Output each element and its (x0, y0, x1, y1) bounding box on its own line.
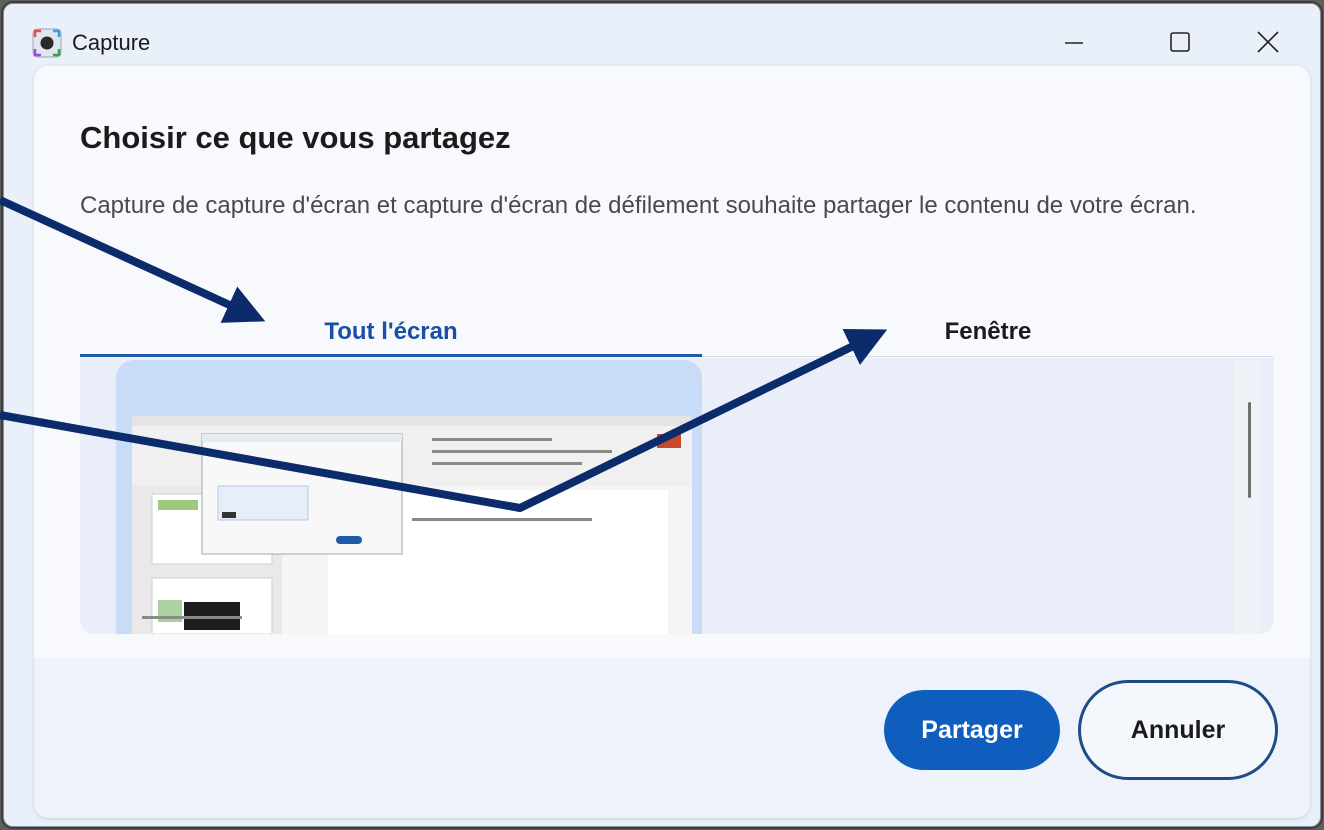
dialog-heading: Choisir ce que vous partagez (80, 120, 511, 155)
tab-entire-screen[interactable]: Tout l'écran (80, 306, 702, 358)
screen-preview-image (132, 416, 692, 634)
share-button[interactable]: Partager (884, 690, 1060, 770)
minimize-button[interactable] (1044, 16, 1104, 68)
tab-window[interactable]: Fenêtre (702, 306, 1274, 358)
cancel-button[interactable]: Annuler (1078, 680, 1278, 780)
screen-thumbnail (132, 416, 692, 634)
scrollbar-thumb[interactable] (1248, 402, 1251, 498)
tab-selected-indicator (80, 354, 702, 357)
screen-list (80, 358, 1274, 634)
capture-app-icon (32, 28, 62, 58)
dialog-description: Capture de capture d'écran et capture d'… (80, 192, 1197, 219)
maximize-button[interactable] (1150, 16, 1210, 68)
screen-thumbnail-tile[interactable] (116, 360, 702, 634)
scrollbar-track[interactable] (1234, 360, 1260, 634)
share-dialog: Choisir ce que vous partagez Capture de … (34, 66, 1310, 818)
capture-window: Capture Choisir ce que vous partagez Cap… (3, 3, 1321, 827)
close-icon (1257, 31, 1279, 53)
minimize-icon (1065, 42, 1083, 44)
maximize-icon (1170, 32, 1190, 52)
close-button[interactable] (1238, 16, 1298, 68)
window-title: Capture (72, 30, 151, 55)
